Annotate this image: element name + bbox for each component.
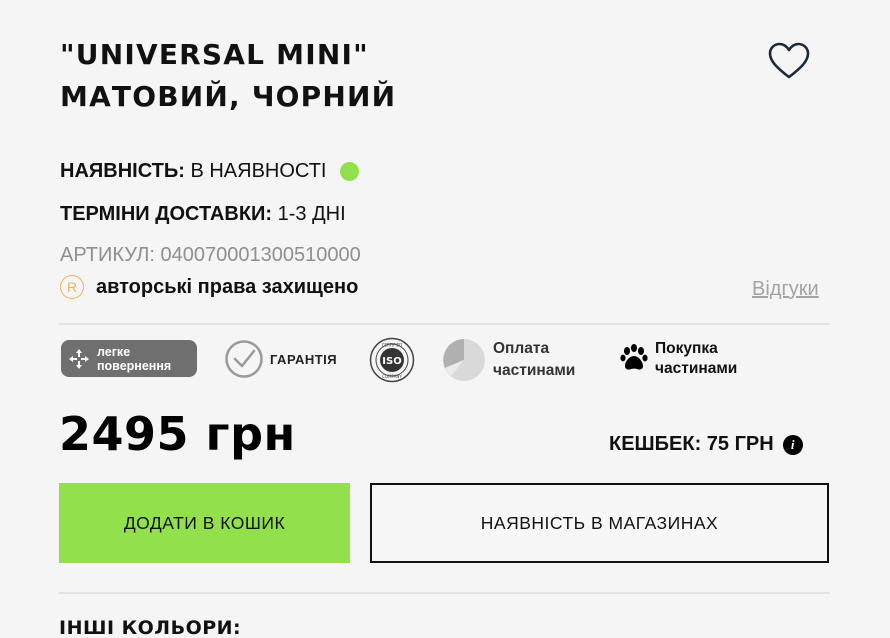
copyright-text: авторські права захищено [96,276,359,298]
product-title: "UNIVERSAL MINI" МАТОВИЙ, ЧОРНИЙ [60,34,396,118]
add-to-cart-button[interactable]: ДОДАТИ В КОШИК [59,483,350,563]
availability-row: НАЯВНІСТЬ: В НАЯВНОСТІ [60,159,360,183]
product-price: 2495 грн [59,407,296,461]
buy-in-parts-line1: Покупка [655,340,718,357]
divider [59,323,830,325]
pay-in-parts-badge: Оплата частинами [441,337,575,383]
cashback-text: КЕШБЕК: 75 ГРН [609,433,774,455]
buy-in-parts-badge: Покупка частинами [619,339,737,379]
heart-icon [768,42,810,79]
svg-text:CERTIFIED: CERTIFIED [382,343,403,348]
svg-text:COMPANY: COMPANY [382,374,402,379]
pie-chart-icon [443,339,485,381]
delivery-value: 1-3 ДНІ [277,203,346,225]
iso-certified-icon: ISO CERTIFIED COMPANY [369,337,415,383]
availability-status-dot [340,161,360,181]
pay-in-parts-line1: Оплата [493,340,550,357]
product-title-line2: МАТОВИЙ, ЧОРНИЙ [60,80,397,113]
cashback: КЕШБЕК: 75 ГРН i [609,433,803,456]
iso-badge: ISO CERTIFIED COMPANY [369,337,415,383]
pay-in-parts-text: Оплата частинами [493,338,575,382]
delivery-row: ТЕРМІНИ ДОСТАВКИ: 1-3 ДНІ [60,202,346,226]
availability-label: НАЯВНІСТЬ: [60,160,185,182]
availability-value: В НАЯВНОСТІ [190,160,327,182]
favorite-button[interactable] [767,41,811,81]
warranty-label: ГАРАНТІЯ [270,351,338,367]
article-number: АРТИКУЛ: 040070001300510000 [60,244,361,266]
divider [59,592,830,594]
easy-return-badge: легке повернення [61,340,197,377]
easy-return-text: легке повернення [97,345,171,373]
check-circle-icon [225,340,263,378]
reviews-link[interactable]: Відгуки [752,278,819,301]
buy-in-parts-line2: частинами [655,360,738,377]
paw-icon [620,344,648,370]
warranty-badge: ГАРАНТІЯ [224,339,337,379]
info-icon[interactable]: i [782,434,803,455]
product-title-line1: "UNIVERSAL MINI" [60,38,369,71]
svg-text:ISO: ISO [382,356,401,367]
registered-icon: R [60,275,84,299]
easy-return-line2: повернення [97,358,172,373]
pay-in-parts-line2: частинами [493,362,576,379]
delivery-label: ТЕРМІНИ ДОСТАВКИ: [60,203,273,225]
other-colors-heading: ІНШІ КОЛЬОРИ: [59,617,242,638]
store-availability-button[interactable]: НАЯВНІСТЬ В МАГАЗИНАХ [370,483,829,563]
copyright-row: R авторські права захищено [60,275,358,299]
buy-in-parts-text: Покупка частинами [655,339,737,379]
easy-return-line1: легке [97,344,131,359]
return-arrows-icon [69,348,89,369]
